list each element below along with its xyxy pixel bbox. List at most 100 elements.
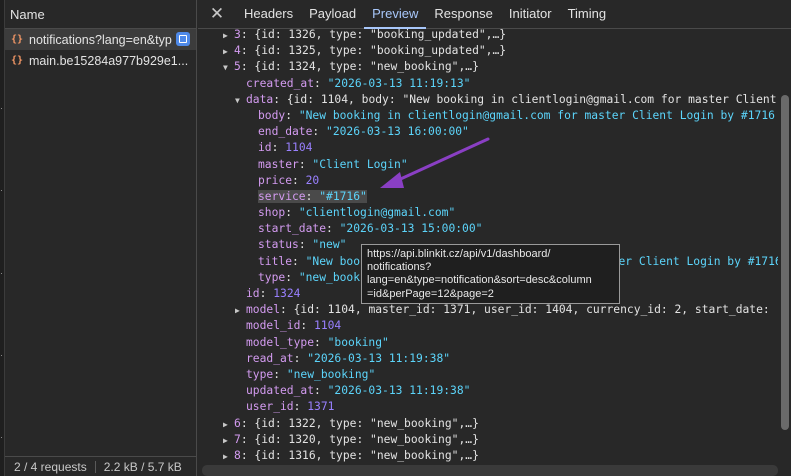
tree-value: "booking" <box>327 335 389 349</box>
detail-panel: ✕ Headers Payload Preview Response Initi… <box>198 0 791 476</box>
tree-value: {id: 1320, type: "new_booking",…} <box>254 432 479 446</box>
request-item-notifications[interactable]: {} notifications?lang=en&typ <box>5 29 196 50</box>
tree-row: type: "new_booking" <box>246 367 376 381</box>
tree-key: id <box>246 287 260 300</box>
tree-value: {id: 1322, type: "new_booking",…} <box>254 416 479 430</box>
tree-value: "New booking in clientlogin@gmail.com fo… <box>298 108 775 122</box>
tree-key: 4 <box>234 44 241 58</box>
tree-row[interactable]: ▶ 8: {id: 1316, type: "new_booking",…} <box>198 448 778 464</box>
tree-row: updated_at: "2026-03-13 11:19:38" <box>246 384 471 398</box>
request-label: notifications?lang=en&typ <box>29 32 172 47</box>
tree-row: model_id: 1104 <box>246 319 342 333</box>
tree-value: "#1716" <box>319 189 367 203</box>
tooltip-line: https://api.blinkit.cz/api/v1/dashboard/ <box>367 248 551 260</box>
horizontal-scrollbar[interactable] <box>202 465 778 476</box>
tree-value: 1104 <box>285 141 313 155</box>
collapse-triangle-icon[interactable]: ▼ <box>235 93 246 109</box>
expand-triangle-icon[interactable]: ▶ <box>223 449 234 465</box>
tree-value: 1371 <box>307 400 335 414</box>
tree-key: user_id <box>246 400 294 414</box>
expand-triangle-icon[interactable]: ▶ <box>235 303 246 319</box>
tree-row: shop: "clientlogin@gmail.com" <box>258 206 456 220</box>
tree-value: {id: 1104, body: "New booking in clientl… <box>286 92 777 106</box>
tab-response[interactable]: Response <box>426 0 501 28</box>
tree-key: 7 <box>234 432 241 446</box>
tree-value: "2026-03-13 11:19:38" <box>327 384 471 398</box>
tab-initiator[interactable]: Initiator <box>501 0 560 28</box>
tree-key: price <box>258 173 293 187</box>
expand-triangle-icon[interactable]: ▶ <box>223 417 234 433</box>
open-in-new-icon[interactable] <box>176 32 190 46</box>
vertical-scrollbar[interactable] <box>781 95 789 430</box>
tree-key: service <box>258 189 306 203</box>
detail-tabs: ✕ Headers Payload Preview Response Initi… <box>198 0 791 29</box>
tree-row: model_type: "booking" <box>246 335 389 349</box>
tree-key: shop <box>258 206 286 220</box>
tree-row[interactable]: ▶ model: {id: 1104, master_id: 1371, user… <box>198 302 778 318</box>
tree-value: "new_booking" <box>286 367 376 381</box>
tree-value: {id: 1104, master_id: 1371, user_id: 140… <box>293 303 778 317</box>
tree-row[interactable]: ▶ 4: {id: 1325, type: "booking_updated",…… <box>198 43 778 59</box>
url-tooltip: https://api.blinkit.cz/api/v1/dashboard/… <box>361 244 620 304</box>
transfer-size: 2.2 kB / 5.7 kB <box>103 460 182 474</box>
tree-key: type <box>258 270 286 284</box>
expand-triangle-icon[interactable]: ▶ <box>223 433 234 449</box>
tree-key: 3 <box>234 29 241 41</box>
collapse-triangle-icon[interactable]: ▼ <box>223 60 234 76</box>
tab-preview[interactable]: Preview <box>364 0 427 29</box>
tree-value: {id: 1325, type: "booking_updated",…} <box>254 44 507 58</box>
tree-value: 20 <box>305 173 320 187</box>
tree-row[interactable]: ▶ 3: {id: 1326, type: "booking_updated",…… <box>198 29 778 43</box>
xhr-icon: {} <box>11 33 24 45</box>
xhr-icon: {} <box>11 54 24 66</box>
tree-row[interactable]: ▼ 5: {id: 1324, type: "new_booking",…} <box>198 59 778 75</box>
tree-key: model_type <box>246 335 315 349</box>
tree-value: {id: 1324, type: "new_booking",…} <box>254 60 479 74</box>
tree-key: id <box>258 141 272 155</box>
tree-value: {id: 1326, type: "booking_updated",…} <box>254 29 507 41</box>
tree-key: data <box>246 92 274 106</box>
request-item-main-js[interactable]: {} main.be15284a977b929e1... <box>5 50 196 71</box>
tree-value: {id: 1316, type: "new_booking",…} <box>254 448 479 462</box>
tree-key: body <box>258 108 286 122</box>
name-column-header[interactable]: Name <box>5 0 196 29</box>
tree-key: 8 <box>234 448 241 462</box>
tree-key: title <box>258 254 293 268</box>
request-count: 2 / 4 requests <box>14 460 87 474</box>
tree-value: "2026-03-13 11:19:13" <box>327 76 471 90</box>
tree-key: master <box>258 157 299 171</box>
expand-triangle-icon[interactable]: ▶ <box>223 44 234 60</box>
tree-key: created_at <box>246 76 315 90</box>
tree-value: 1324 <box>273 287 301 300</box>
tree-row[interactable]: ▼ data: {id: 1104, body: "New booking in … <box>198 92 778 108</box>
tab-headers[interactable]: Headers <box>236 0 301 28</box>
tree-key: model_id <box>246 319 301 333</box>
tree-row: body: "New booking in clientlogin@gmail.… <box>258 108 775 122</box>
tree-row: user_id: 1371 <box>246 400 335 414</box>
tree-value: "new" <box>312 238 347 252</box>
tree-key: start_date <box>258 222 327 236</box>
tree-value: "2026-03-13 11:19:38" <box>307 351 451 365</box>
tree-value: 1104 <box>314 319 342 333</box>
tree-key: 6 <box>234 416 241 430</box>
tree-row: created_at: "2026-03-13 11:19:13" <box>246 76 471 90</box>
tab-payload[interactable]: Payload <box>301 0 364 28</box>
tooltip-line: =id&perPage=12&page=2 <box>367 287 494 300</box>
close-icon[interactable]: ✕ <box>208 2 226 28</box>
tree-row[interactable]: ▶ 7: {id: 1320, type: "new_booking",…} <box>198 432 778 448</box>
request-list-panel: Name {} notifications?lang=en&typ {} mai… <box>5 0 197 476</box>
tab-timing[interactable]: Timing <box>560 0 615 28</box>
tree-key: type <box>246 367 274 381</box>
tree-key: read_at <box>246 351 294 365</box>
tree-row: read_at: "2026-03-13 11:19:38" <box>246 351 451 365</box>
tree-row[interactable]: ▶ 6: {id: 1322, type: "new_booking",…} <box>198 416 778 432</box>
expand-triangle-icon[interactable]: ▶ <box>223 29 234 44</box>
tree-value: "2026-03-13 15:00:00" <box>339 222 483 236</box>
tree-key: model <box>246 303 281 317</box>
tooltip-line: lang=en&type=notification&sort=desc&colu… <box>367 274 592 287</box>
tree-row: start_date: "2026-03-13 15:00:00" <box>258 222 483 236</box>
tree-key: end_date <box>258 125 313 139</box>
tree-key: 5 <box>234 60 241 74</box>
arrow-annotation <box>380 137 490 188</box>
tree-value: "clientlogin@gmail.com" <box>298 206 456 220</box>
